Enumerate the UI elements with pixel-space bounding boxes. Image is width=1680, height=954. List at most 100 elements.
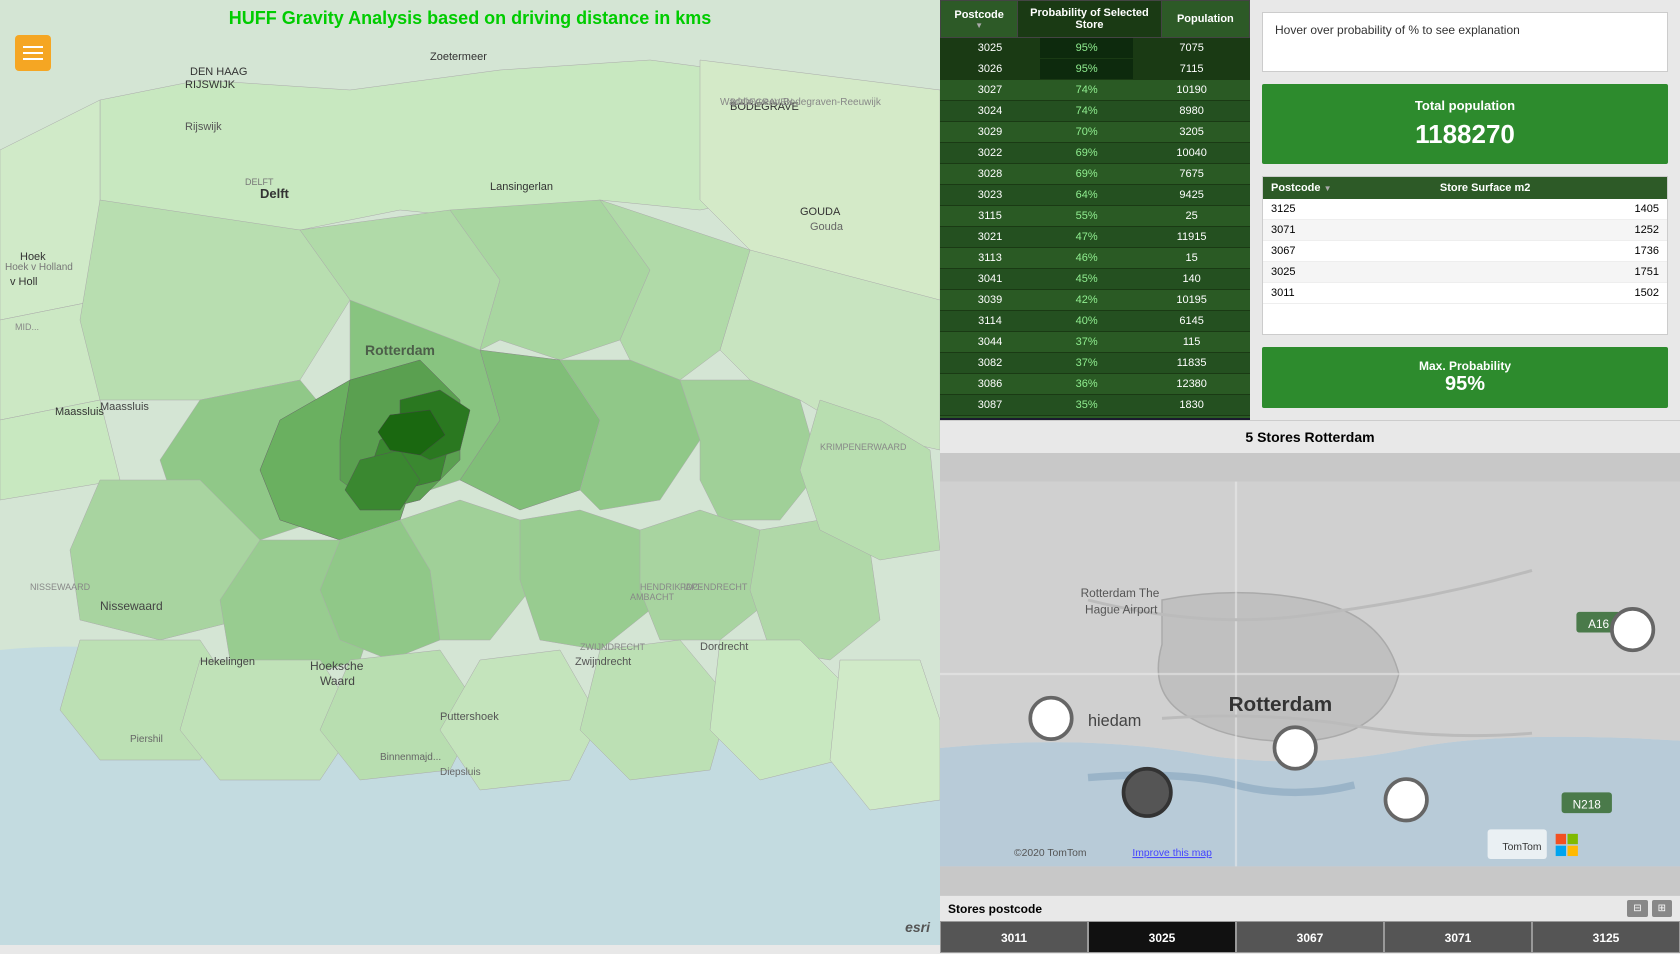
svg-text:©2020 TomTom: ©2020 TomTom xyxy=(1014,848,1087,859)
svg-text:Hoek v Holland: Hoek v Holland xyxy=(5,262,73,273)
map-title: HUFF Gravity Analysis based on driving d… xyxy=(0,8,940,29)
table-row[interactable]: 3082 37% 11835 xyxy=(940,353,1250,374)
total-population-card: Total population 1188270 xyxy=(1262,84,1668,164)
table-row[interactable]: 3087 35% 1830 xyxy=(940,395,1250,416)
table-row[interactable]: 3022 69% 10040 xyxy=(940,143,1250,164)
postcode-btn-3025[interactable]: 3025 xyxy=(1088,921,1236,953)
store-table-row: 3071 1252 xyxy=(1263,220,1667,241)
svg-text:ZWIJNDRECHT: ZWIJNDRECHT xyxy=(580,642,645,652)
table-row[interactable]: 3115 55% 25 xyxy=(940,206,1250,227)
svg-text:Maassluis: Maassluis xyxy=(100,401,149,413)
store-marker-1 xyxy=(1030,698,1071,739)
svg-text:Rotterdam: Rotterdam xyxy=(1229,693,1333,716)
right-panel: Postcode ▼ Probability of Selected Store… xyxy=(940,0,1680,945)
pop-col-header[interactable]: Population xyxy=(1161,1,1249,38)
hamburger-button[interactable] xyxy=(15,35,51,71)
postcode-bar-title: Stores postcode ⊟ ⊞ xyxy=(940,896,1680,921)
svg-text:Waard: Waard xyxy=(320,674,355,688)
postcode-buttons: 30113025306730713125 xyxy=(940,921,1680,953)
esri-logo: esri xyxy=(905,919,930,935)
postcode-grid-btn[interactable]: ⊞ xyxy=(1652,900,1672,917)
bottom-right-section: 5 Stores Rotterdam xyxy=(940,420,1680,945)
max-prob-value: 95% xyxy=(1278,373,1652,396)
store-table-row: 3067 1736 xyxy=(1263,241,1667,262)
postcode-filter-btn[interactable]: ⊟ xyxy=(1627,900,1647,917)
table-row[interactable]: 3041 45% 140 xyxy=(940,269,1250,290)
svg-text:GOUDA: GOUDA xyxy=(800,206,841,218)
svg-text:Nissewaard: Nissewaard xyxy=(100,599,163,613)
svg-text:v Holl: v Holl xyxy=(10,276,38,288)
store-marker-4 xyxy=(1385,779,1426,820)
store-postcode-header[interactable]: Postcode ▼ xyxy=(1263,177,1432,199)
table-row[interactable]: 3086 36% 12380 xyxy=(940,374,1250,395)
stores-map-title: 5 Stores Rotterdam xyxy=(940,420,1680,453)
table-row[interactable]: 3114 40% 6145 xyxy=(940,311,1250,332)
svg-text:Piershil: Piershil xyxy=(130,734,163,745)
max-probability-card: Max. Probability 95% xyxy=(1262,347,1668,408)
svg-text:DEN HAAG: DEN HAAG xyxy=(190,66,247,78)
max-prob-title: Max. Probability xyxy=(1278,359,1652,373)
svg-text:Gouda: Gouda xyxy=(810,221,844,233)
total-pop-value: 1188270 xyxy=(1278,119,1652,150)
svg-text:Diepsluis: Diepsluis xyxy=(440,767,481,778)
svg-text:Hoeksche: Hoeksche xyxy=(310,659,364,673)
store-table-row: 3011 1502 xyxy=(1263,283,1667,304)
table-row[interactable]: 3027 74% 10190 xyxy=(940,80,1250,101)
svg-text:Binnenmajd...: Binnenmajd... xyxy=(380,752,441,763)
total-pop-title: Total population xyxy=(1278,98,1652,113)
table-row[interactable]: 3023 64% 9425 xyxy=(940,185,1250,206)
prob-col-header[interactable]: Probability of Selected Store xyxy=(1018,1,1161,38)
table-row[interactable]: 3039 42% 10195 xyxy=(940,290,1250,311)
svg-text:N218: N218 xyxy=(1573,798,1602,812)
postcode-btn-3067[interactable]: 3067 xyxy=(1236,921,1384,953)
table-scroll[interactable]: 3025 95% 7075 3026 95% 7115 3027 74% 101… xyxy=(940,38,1250,418)
store-surface-header[interactable]: Store Surface m2 xyxy=(1432,177,1667,199)
svg-text:Zoetermeer: Zoetermeer xyxy=(430,51,487,63)
svg-text:DELFT: DELFT xyxy=(245,177,274,187)
svg-text:PAPENDRECHT: PAPENDRECHT xyxy=(680,582,748,592)
table-row[interactable]: 3021 47% 11915 xyxy=(940,227,1250,248)
table-row[interactable]: 3024 74% 8980 xyxy=(940,101,1250,122)
table-row[interactable]: 3113 46% 15 xyxy=(940,248,1250,269)
svg-text:Dordrecht: Dordrecht xyxy=(700,641,748,653)
store-table-row: 3025 1751 xyxy=(1263,262,1667,283)
svg-text:Zwijndrecht: Zwijndrecht xyxy=(575,656,631,668)
svg-text:A16: A16 xyxy=(1588,617,1609,631)
svg-text:Rotterdam: Rotterdam xyxy=(365,342,435,358)
svg-text:Rotterdam The: Rotterdam The xyxy=(1081,586,1160,600)
svg-text:Puttershoek: Puttershoek xyxy=(440,711,499,723)
svg-text:MID...: MID... xyxy=(15,322,39,332)
svg-text:hiedam: hiedam xyxy=(1088,712,1141,730)
store-table-card: Postcode ▼ Store Surface m2 3125 1405 xyxy=(1262,176,1668,335)
svg-text:KRIMPENERWAARD: KRIMPENERWAARD xyxy=(820,442,907,452)
map-area: HUFF Gravity Analysis based on driving d… xyxy=(0,0,940,945)
svg-text:Rijswijk: Rijswijk xyxy=(185,121,222,133)
table-row[interactable]: 3044 37% 115 xyxy=(940,332,1250,353)
svg-text:Maassluis: Maassluis xyxy=(55,406,104,418)
map-svg: DEN HAAG RIJSWIJK Rijswijk Zoetermeer BO… xyxy=(0,0,940,945)
svg-text:Improve this map: Improve this map xyxy=(1132,848,1212,859)
svg-text:AMBACHT: AMBACHT xyxy=(630,592,675,602)
hover-tooltip: Hover over probability of % to see expla… xyxy=(1262,12,1668,72)
table-row[interactable]: 3028 69% 7675 xyxy=(940,164,1250,185)
svg-text:Waddinxveen Bodegraven-Reeuwij: Waddinxveen Bodegraven-Reeuwijk xyxy=(720,97,882,108)
postcode-col-header[interactable]: Postcode ▼ xyxy=(941,1,1018,38)
table-row[interactable]: 3029 70% 3205 xyxy=(940,122,1250,143)
svg-text:Hague Airport: Hague Airport xyxy=(1085,602,1158,616)
store-marker-3 xyxy=(1274,727,1315,768)
data-table-section: Postcode ▼ Probability of Selected Store… xyxy=(940,0,1250,420)
postcode-btn-3071[interactable]: 3071 xyxy=(1384,921,1532,953)
postcode-btn-3011[interactable]: 3011 xyxy=(940,921,1088,953)
table-row[interactable]: 3025 95% 7075 xyxy=(940,38,1250,59)
mini-map: A16 N218 Rotterdam hiedam Rotterdam The … xyxy=(940,453,1680,895)
svg-text:Delft: Delft xyxy=(260,186,290,201)
store-table-row: 3125 1405 xyxy=(1263,199,1667,220)
svg-text:NISSEWAARD: NISSEWAARD xyxy=(30,582,91,592)
table-row[interactable]: 3026 95% 7115 xyxy=(940,59,1250,80)
postcode-btn-3125[interactable]: 3125 xyxy=(1532,921,1680,953)
store-sort-arrow: ▼ xyxy=(1324,184,1332,193)
sort-arrow-postcode: ▼ xyxy=(945,21,1013,30)
svg-text:RIJSWIJK: RIJSWIJK xyxy=(185,79,236,91)
svg-text:Lansingerlan: Lansingerlan xyxy=(490,181,553,193)
store-marker-selected xyxy=(1124,769,1171,816)
